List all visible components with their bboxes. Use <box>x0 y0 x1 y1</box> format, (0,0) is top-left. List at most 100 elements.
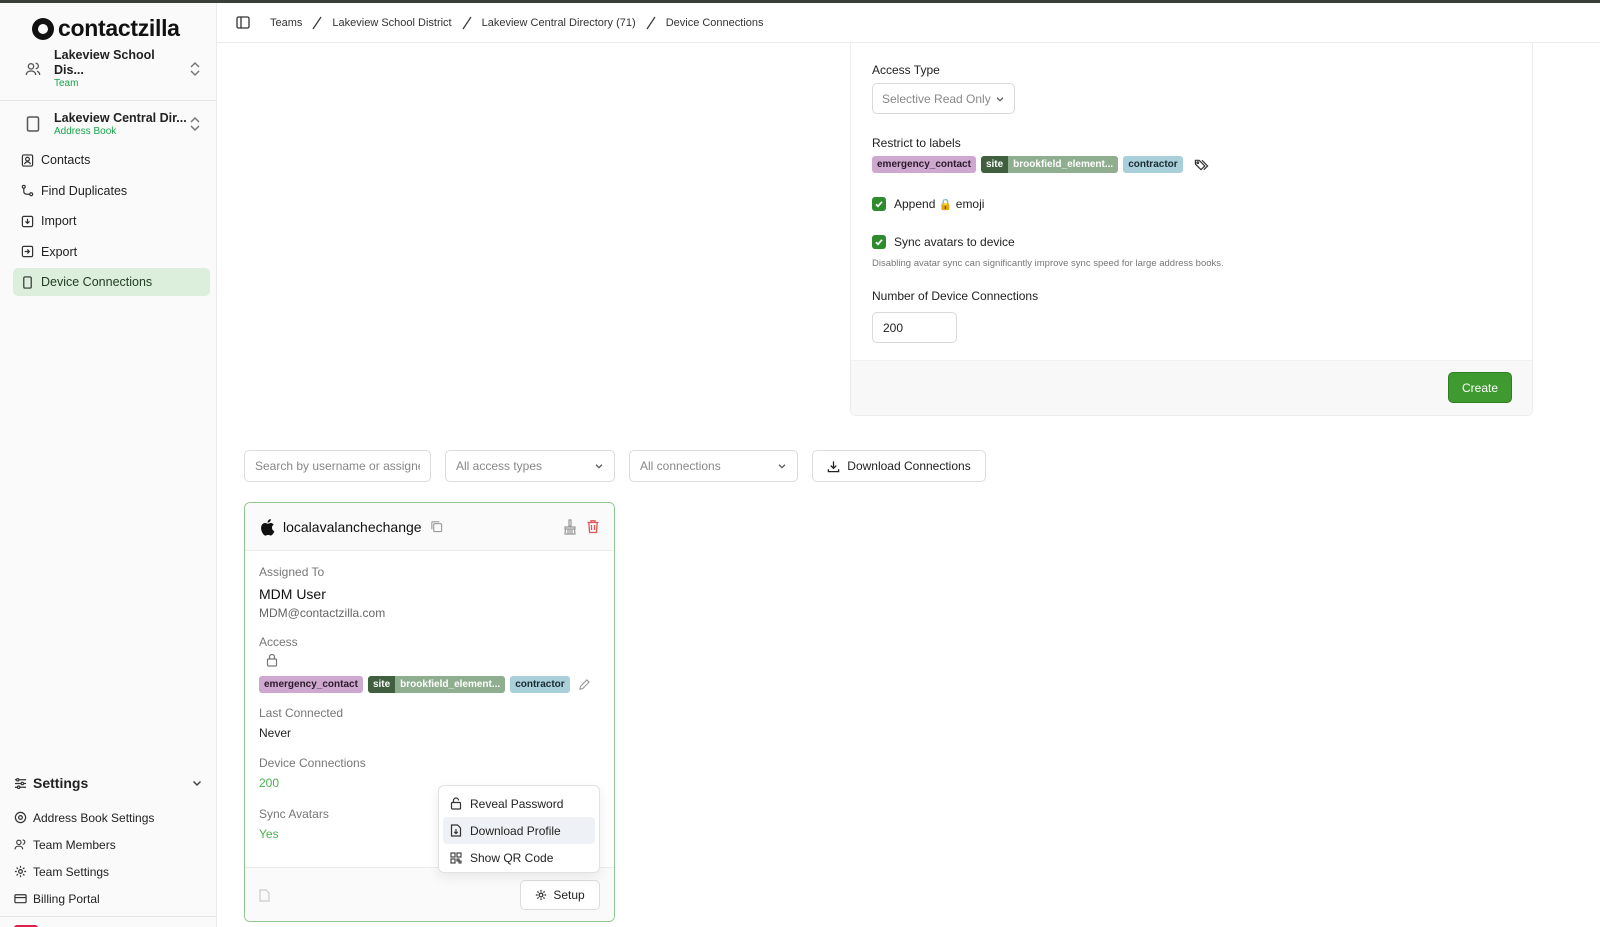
last-connected-value: Never <box>259 726 292 740</box>
label-tag-site: site brookfield_element... <box>367 676 506 693</box>
append-emoji-checkbox[interactable]: Append 🔒 emoji <box>872 197 984 211</box>
setup-label: Setup <box>553 888 585 902</box>
team-switcher[interactable]: Lakeview School Dis... Team <box>14 47 210 91</box>
sidebar-divider <box>0 100 216 101</box>
connections-filter-value: All connections <box>640 459 721 473</box>
tags-icon[interactable] <box>1194 158 1209 172</box>
device-connections-label: Device Connections <box>259 756 366 770</box>
apple-icon <box>261 518 275 536</box>
sync-avatars-label: Sync avatars to device <box>894 235 1015 249</box>
access-type-filter[interactable]: All access types <box>445 450 615 482</box>
credit-card-icon <box>14 894 27 904</box>
connection-username: localavalanchechange <box>283 518 422 535</box>
brand-logo[interactable]: contactzilla <box>32 15 180 42</box>
sidebar-item-find-duplicates[interactable]: Find Duplicates <box>13 177 210 205</box>
sync-avatars-checkbox[interactable]: Sync avatars to device <box>872 235 1015 249</box>
qr-code-icon <box>450 851 462 864</box>
chevron-down-icon <box>595 464 603 469</box>
menu-item-show-qr-code[interactable]: Show QR Code <box>443 844 595 871</box>
gear-icon <box>536 889 547 901</box>
device-icon <box>23 275 32 289</box>
sidebar-item-label: Import <box>41 214 77 228</box>
settings-item-billing-portal[interactable]: Billing Portal <box>14 885 210 912</box>
last-connected-label: Last Connected <box>259 706 344 720</box>
setup-button[interactable]: Setup <box>520 880 600 910</box>
chevron-down-icon <box>996 96 1004 102</box>
sidebar-toggle-icon[interactable] <box>236 16 250 29</box>
download-connections-button[interactable]: Download Connections <box>812 450 986 482</box>
connection-card-header: localavalanchechange <box>245 503 614 551</box>
create-button[interactable]: Create <box>1448 372 1512 403</box>
pencil-icon[interactable] <box>578 678 591 691</box>
label-tag[interactable]: contractor <box>1123 156 1183 173</box>
menu-item-label: Reveal Password <box>470 796 564 811</box>
sync-avatars-hint: Disabling avatar sync can significantly … <box>872 258 1224 269</box>
gear-icon <box>14 865 27 878</box>
address-book-name: Lakeview Central Dir... <box>54 110 187 125</box>
lock-icon <box>266 653 278 667</box>
team-icon <box>22 58 44 80</box>
menu-item-label: Show QR Code <box>470 850 554 865</box>
access-type-value: Selective Read Only <box>882 91 991 106</box>
label-tag[interactable]: emergency_contact <box>872 156 976 173</box>
device-connections-input[interactable]: 200 <box>872 312 957 343</box>
breadcrumb-item-team[interactable]: Lakeview School District <box>332 17 451 29</box>
settings-item-address-book-settings[interactable]: Address Book Settings <box>14 804 210 831</box>
address-book-switcher[interactable]: Lakeview Central Dir... Address Book <box>14 102 210 146</box>
settings-section-toggle[interactable]: Settings <box>14 775 203 791</box>
sidebar-item-export[interactable]: Export <box>13 238 210 266</box>
restrict-labels-tags: emergency_contact site brookfield_elemen… <box>872 156 1209 173</box>
settings-item-team-members[interactable]: Team Members <box>14 831 210 858</box>
sliders-icon <box>14 777 27 789</box>
search-input[interactable]: Search by username or assignee <box>244 450 431 482</box>
new-connection-form: Access Type Selective Read Only Restrict… <box>850 43 1533 416</box>
menu-item-download-profile[interactable]: Download Profile <box>443 817 595 844</box>
sidebar-item-import[interactable]: Import <box>13 207 210 235</box>
import-icon <box>21 215 34 227</box>
label-tag-key: site <box>980 156 1009 173</box>
download-icon <box>828 460 840 472</box>
assigned-user-email: MDM@contactzilla.com <box>259 606 386 620</box>
settings-item-team-settings[interactable]: Team Settings <box>14 858 210 885</box>
access-type-select[interactable]: Selective Read Only <box>872 83 1015 114</box>
chevron-updown-icon <box>190 61 200 77</box>
menu-item-reveal-password[interactable]: Reveal Password <box>443 790 595 817</box>
access-label-tags: emergency_contact site brookfield_elemen… <box>259 676 591 693</box>
lock-emoji: 🔒 <box>938 199 953 211</box>
sidebar-item-label: Find Duplicates <box>41 183 128 198</box>
connection-card-footer: Setup <box>245 867 614 921</box>
access-type-filter-value: All access types <box>456 459 543 473</box>
emoji-label: emoji <box>955 197 985 211</box>
chevron-down-icon <box>778 464 786 469</box>
sidebar-nav: Contacts Find Duplicates Import Export D… <box>13 146 210 299</box>
unlock-icon <box>450 797 462 810</box>
settings-title: Settings <box>33 775 89 791</box>
label-tag-value: brookfield_element... <box>395 676 506 693</box>
breadcrumb-item-address-book[interactable]: Lakeview Central Directory (71) <box>482 17 636 29</box>
team-subtitle: Team <box>54 78 79 89</box>
trash-icon[interactable] <box>586 519 600 534</box>
broom-icon[interactable] <box>563 518 577 535</box>
sidebar-item-contacts[interactable]: Contacts <box>13 146 210 174</box>
breadcrumb-separator-icon <box>646 16 656 29</box>
sidebar-item-device-connections[interactable]: Device Connections <box>13 268 210 296</box>
checkbox-checked-icon[interactable] <box>872 235 886 249</box>
search-placeholder: Search by username or assignee <box>255 459 420 473</box>
form-footer: Create <box>851 360 1532 415</box>
sync-avatars-value: Yes <box>259 827 279 841</box>
access-type-label: Access Type <box>872 63 940 77</box>
settings-item-label: Billing Portal <box>33 891 100 906</box>
breadcrumb-separator-icon <box>462 16 472 29</box>
label-tag: contractor <box>510 676 570 693</box>
connections-filter[interactable]: All connections <box>629 450 798 482</box>
setup-dropdown-menu: Reveal Password Download Profile Show QR… <box>438 785 600 873</box>
users-icon <box>14 839 26 850</box>
settings-list: Address Book Settings Team Members Team … <box>14 804 210 912</box>
settings-cog-icon <box>14 811 27 824</box>
label-tag-site[interactable]: site brookfield_element... <box>980 156 1119 173</box>
breadcrumb-item-teams[interactable]: Teams <box>270 17 302 29</box>
copy-icon[interactable] <box>430 520 443 533</box>
checkbox-checked-icon[interactable] <box>872 197 886 211</box>
sync-avatars-label: Sync Avatars <box>259 807 329 821</box>
settings-item-label: Address Book Settings <box>33 810 155 825</box>
